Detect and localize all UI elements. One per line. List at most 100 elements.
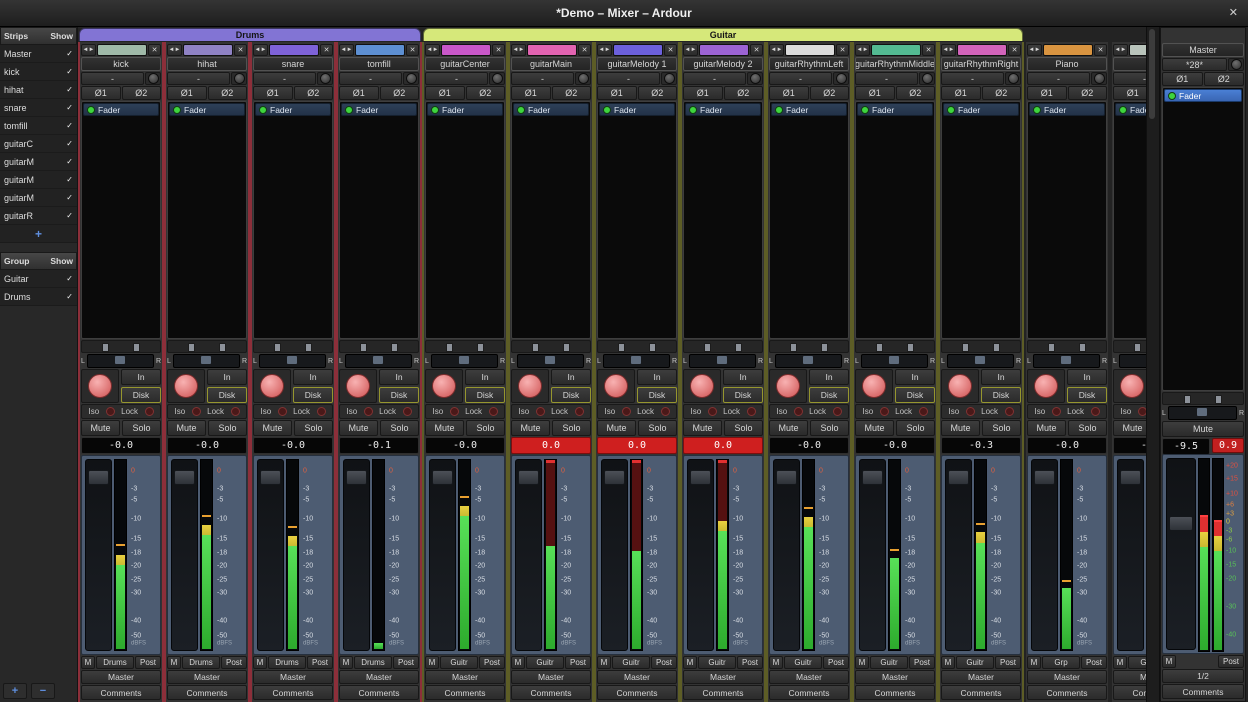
invert-phase-2-button[interactable]: Ø2 [552, 86, 592, 100]
pan-width-handle-left[interactable] [1048, 343, 1055, 352]
fader-processor[interactable]: Fader [1029, 103, 1105, 116]
strip-width-button[interactable]: ◄► [855, 44, 870, 56]
solo-isolate-led[interactable] [536, 407, 545, 416]
group-button[interactable]: Drums [354, 656, 392, 669]
record-enable-button[interactable] [948, 374, 972, 398]
invert-phase-1-button[interactable]: Ø1 [597, 86, 637, 100]
invert-phase-2-button[interactable]: Ø2 [208, 86, 248, 100]
pan-slider[interactable] [861, 354, 928, 368]
solo-button[interactable]: Solo [122, 420, 161, 436]
output-button[interactable]: Master [339, 670, 419, 684]
pan-width-handle-left[interactable] [102, 343, 109, 352]
fader-handle[interactable] [88, 470, 109, 485]
metering-point-button[interactable]: Post [565, 656, 591, 669]
fader-processor[interactable]: Fader [427, 103, 503, 116]
fader-handle[interactable] [260, 470, 281, 485]
fader-handle[interactable] [1034, 470, 1055, 485]
strip-color-bar[interactable] [527, 44, 577, 56]
strip-color-bar[interactable] [355, 44, 405, 56]
master-trim-knob[interactable] [1228, 58, 1244, 71]
fader-active-led[interactable] [173, 106, 181, 114]
comments-button[interactable]: Comments [597, 685, 677, 700]
master-assign-button[interactable]: M [597, 656, 611, 669]
strip-visibility-row[interactable]: hihat✓ [0, 81, 77, 99]
fader-track[interactable] [1031, 459, 1058, 651]
pan-width-handle-right[interactable] [907, 343, 914, 352]
metering-point-button[interactable]: Post [1081, 656, 1107, 669]
strip-color-bar[interactable] [871, 44, 921, 56]
monitor-input-button[interactable]: In [981, 369, 1021, 385]
solo-isolate-led[interactable] [1138, 407, 1146, 416]
mute-button[interactable]: Mute [683, 420, 722, 436]
fader-processor[interactable]: Fader [599, 103, 675, 116]
mute-button[interactable]: Mute [597, 420, 636, 436]
fader-active-led[interactable] [1033, 106, 1041, 114]
metering-point-button[interactable]: Post [909, 656, 935, 669]
fader-handle[interactable] [948, 470, 969, 485]
pan-slider[interactable] [517, 354, 584, 368]
pan-slider[interactable] [947, 354, 1014, 368]
processor-box[interactable]: Fader [425, 101, 505, 339]
pan-width-handle-right[interactable] [735, 343, 742, 352]
processor-box[interactable]: Fader [253, 101, 333, 339]
add-group-button[interactable]: + [3, 683, 27, 699]
trim-knob[interactable] [747, 72, 763, 85]
output-button[interactable]: Master [941, 670, 1021, 684]
master-name-button[interactable]: Master [1162, 43, 1244, 57]
processor-box[interactable]: Fader [167, 101, 247, 339]
pan-handle[interactable] [545, 356, 555, 364]
strip-name-button[interactable]: tomfill [339, 57, 419, 71]
monitor-input-button[interactable]: In [121, 369, 161, 385]
pan-width-handle-left[interactable] [876, 343, 883, 352]
strip-visibility-row[interactable]: tomfill✓ [0, 117, 77, 135]
monitor-disk-button[interactable]: Disk [1067, 387, 1107, 403]
strip-visibility-row[interactable]: kick✓ [0, 63, 77, 81]
pan-slider[interactable] [1119, 354, 1146, 368]
monitor-input-button[interactable]: In [1067, 369, 1107, 385]
fader-track[interactable] [257, 459, 284, 651]
master-pan-slider[interactable] [1168, 406, 1237, 420]
pan-width-handle-left[interactable] [704, 343, 711, 352]
fader-track[interactable] [1117, 459, 1144, 651]
fader-track[interactable] [859, 459, 886, 651]
input-button[interactable]: - [941, 72, 1004, 85]
solo-lock-led[interactable] [661, 407, 670, 416]
strip-color-bar[interactable] [441, 44, 491, 56]
monitor-input-button[interactable]: In [809, 369, 849, 385]
solo-lock-led[interactable] [1091, 407, 1100, 416]
invert-phase-2-button[interactable]: Ø2 [122, 86, 162, 100]
pan-width-track[interactable] [855, 340, 935, 353]
output-button[interactable]: Master [769, 670, 849, 684]
master-assign-button[interactable]: M [1027, 656, 1041, 669]
hide-strip-button[interactable]: ✕ [492, 44, 505, 56]
strip-color-bar[interactable] [269, 44, 319, 56]
metering-point-button[interactable]: Post [393, 656, 419, 669]
strip-name-button[interactable]: snare [253, 57, 333, 71]
strip-color-bar[interactable] [785, 44, 835, 56]
fader-processor[interactable]: Fader [255, 103, 331, 116]
record-enable-button[interactable] [1034, 374, 1058, 398]
comments-button[interactable]: Comments [855, 685, 935, 700]
remove-group-button[interactable]: − [31, 683, 55, 699]
record-enable-button[interactable] [518, 374, 542, 398]
strip-visibility-row[interactable]: guitarC✓ [0, 135, 77, 153]
processor-box[interactable]: Fader [683, 101, 763, 339]
invert-phase-1-button[interactable]: Ø1 [941, 86, 981, 100]
pan-width-handle-right[interactable] [993, 343, 1000, 352]
group-button[interactable]: Drums [96, 656, 134, 669]
hide-strip-button[interactable]: ✕ [406, 44, 419, 56]
master-assign-button[interactable]: M [683, 656, 697, 669]
pan-width-handle-right[interactable] [821, 343, 828, 352]
monitor-disk-button[interactable]: Disk [637, 387, 677, 403]
master-assign-button[interactable]: M [769, 656, 783, 669]
master-peak-display[interactable]: 0.9 [1212, 438, 1244, 453]
invert-phase-1-button[interactable]: Ø1 [425, 86, 465, 100]
fader-processor[interactable]: Fader [771, 103, 847, 116]
monitor-disk-button[interactable]: Disk [465, 387, 505, 403]
record-enable-button[interactable] [604, 374, 628, 398]
pan-slider[interactable] [87, 354, 154, 368]
strip-width-button[interactable]: ◄► [769, 44, 784, 56]
pan-width-handle-right[interactable] [649, 343, 656, 352]
record-enable-button[interactable] [690, 374, 714, 398]
master-fader-handle[interactable] [1169, 516, 1193, 531]
